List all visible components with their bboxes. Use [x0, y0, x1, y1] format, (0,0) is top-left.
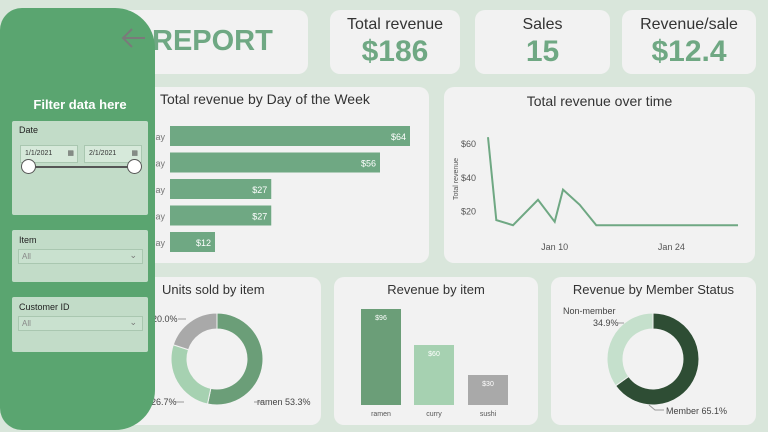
x-tick-label: Jan 24	[658, 242, 685, 252]
item-bar-data-label: $60	[428, 351, 440, 358]
item-filter-label: Item	[19, 235, 37, 245]
member-status-card: Revenue by Member Status Member 65.1% Non…	[551, 277, 756, 425]
day-bar-data-label: $27	[252, 212, 267, 222]
kpi-revenue-per-sale-value: $12.4	[651, 35, 727, 68]
member-leader-line	[648, 404, 664, 411]
item-bar	[361, 309, 401, 405]
member-slice-label: 34.9%	[593, 318, 619, 328]
day-bar-data-label: $27	[252, 185, 267, 195]
item-bar-data-label: $96	[375, 315, 387, 322]
day-bar-data-label: $56	[361, 159, 376, 169]
item-dropdown-value: All	[22, 252, 31, 261]
customer-filter: Customer ID All ⌄	[12, 297, 148, 352]
customer-filter-label: Customer ID	[19, 302, 70, 312]
revenue-by-item-chart: $96 ramen $60 curry $30 sushi	[361, 309, 508, 418]
start-date-value: 1/1/2021	[25, 150, 53, 157]
kpi-sales-card: Sales 15	[475, 10, 610, 74]
kpi-revenue-per-sale-card: Revenue/sale $12.4	[622, 10, 756, 74]
item-filter: Item All ⌄	[12, 230, 148, 282]
y-tick-label: $20	[461, 207, 476, 217]
kpi-total-revenue-card: Total revenue $186	[330, 10, 460, 74]
kpi-sales-value: 15	[525, 35, 560, 68]
chevron-down-icon[interactable]: ⌄	[129, 250, 137, 261]
customer-dropdown[interactable]: All ⌄	[18, 316, 143, 331]
item-bar	[468, 375, 508, 405]
date-range-slider-start-handle[interactable]	[21, 159, 36, 174]
day-bar	[170, 126, 410, 146]
date-range-slider-end-handle[interactable]	[127, 159, 142, 174]
item-bar-data-label: $30	[482, 381, 494, 388]
kpi-sales-label: Sales	[522, 16, 563, 33]
day-bar	[170, 152, 380, 173]
date-filter-label: Date	[19, 125, 39, 135]
kpi-revenue-per-sale-label: Revenue/sale	[640, 16, 738, 33]
calendar-icon[interactable]: ▦	[131, 149, 138, 157]
item-category-label: ramen	[371, 411, 391, 418]
member-slice-category: Non-member	[563, 306, 616, 316]
kpi-total-revenue-label: Total revenue	[346, 16, 444, 33]
item-category-label: curry	[426, 411, 442, 418]
item-category-label: sushi	[480, 411, 497, 418]
x-tick-label: Jan 10	[541, 242, 568, 252]
day-bar-data-label: $64	[391, 132, 406, 142]
back-arrow-icon[interactable]	[119, 24, 149, 52]
report-title: REPORT	[152, 25, 273, 57]
y-tick-label: $40	[461, 173, 476, 183]
y-tick-label: $60	[461, 139, 476, 149]
y-axis-label: Total revenue	[453, 158, 460, 200]
revenue-series-line	[487, 137, 738, 227]
day-bar-data-label: $12	[196, 238, 211, 248]
chevron-down-icon[interactable]: ⌄	[129, 317, 137, 328]
revenue-by-item-card: Revenue by item $96 ramen $60 curry $30 sushi	[334, 277, 538, 425]
units-slice	[170, 344, 212, 405]
units-slice-label: 20.0%	[152, 314, 178, 324]
revenue-over-time-chart: $20 $40 $60 Jan 10 Jan 24 Total revenue	[453, 137, 739, 252]
end-date-value: 2/1/2021	[89, 150, 117, 157]
revenue-by-day-card: Total revenue by Day of the Week $64 day $…	[118, 87, 429, 263]
sidebar-title: Filter data here	[33, 97, 127, 112]
kpi-total-revenue-value: $186	[361, 35, 429, 68]
units-slice-label: ramen 53.3%	[257, 397, 311, 407]
revenue-by-day-chart: $64day$56day$27day$27day$12day	[150, 126, 410, 252]
date-range-slider-track[interactable]	[29, 166, 135, 168]
filter-sidebar: Filter data here Date 1/1/2021 ▦ 2/1/202…	[0, 8, 155, 430]
item-dropdown[interactable]: All ⌄	[18, 249, 143, 264]
customer-dropdown-value: All	[22, 319, 31, 328]
member-slice-label: Member 65.1%	[666, 406, 727, 416]
member-status-chart: Member 65.1% Non-member 34.9%	[563, 306, 727, 416]
units-slice-label: 26.7%	[151, 397, 177, 407]
revenue-over-time-card: Total revenue over time $20 $40 $60 Jan 10 J…	[444, 87, 755, 263]
calendar-icon[interactable]: ▦	[67, 149, 74, 157]
